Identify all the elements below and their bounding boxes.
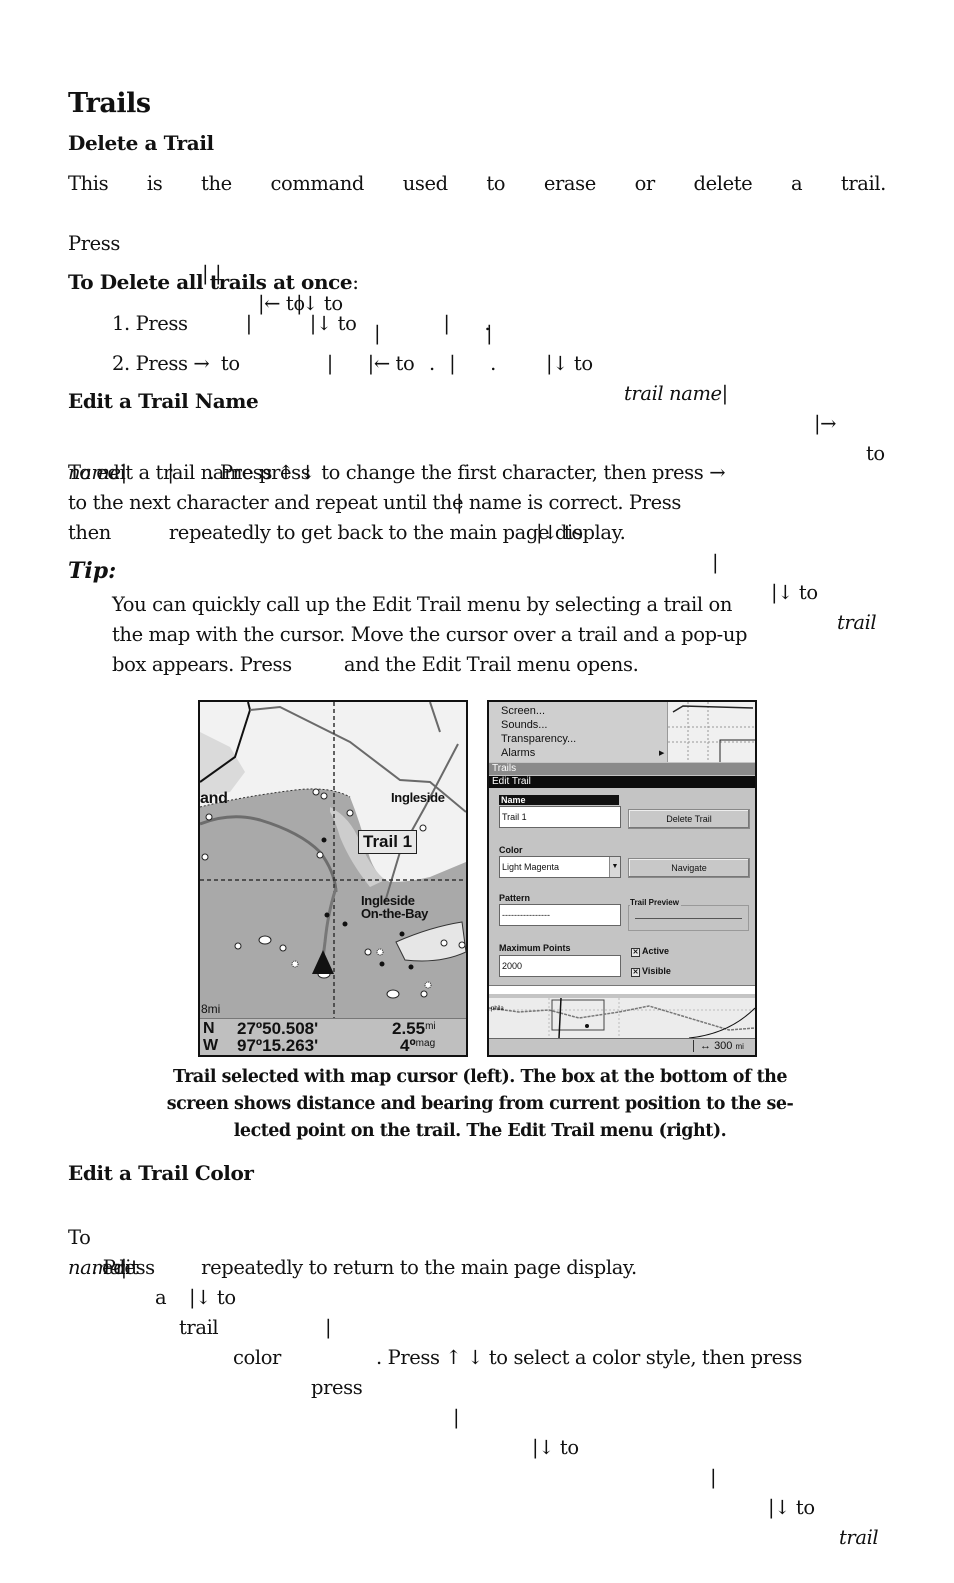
paragraph-line: You can quickly call up the Edit Trail m… xyxy=(112,593,733,616)
step-item: 1. Press | |↓ to | . xyxy=(112,312,491,335)
trail-preview xyxy=(628,905,749,931)
bearing-value: 4ºmag xyxy=(400,1036,436,1055)
name-label: Name xyxy=(499,795,619,805)
panel-separator xyxy=(489,985,755,994)
edit-color-paragraph: To edit a trail color press | |↓ to | |↓… xyxy=(68,1193,886,1549)
menu-item-transparency[interactable]: Transparency... xyxy=(501,733,576,745)
latitude-dir: N xyxy=(203,1020,215,1037)
paragraph-line: . Press repeatedly to return to the main… xyxy=(68,1256,637,1279)
active-checkbox[interactable]: ✕ Active xyxy=(631,946,669,957)
menu-item-screen[interactable]: Screen... xyxy=(501,705,545,717)
section-heading-edit-color: Edit a Trail Color xyxy=(68,1161,254,1185)
edit-trail-title-bar: Edit Trail xyxy=(489,776,755,788)
edit-trail-screenshot: Screen... Sounds... Transparency... Alar… xyxy=(487,700,757,1057)
tip-label: Tip: xyxy=(68,558,117,584)
edit-name-paragraph: To edit a trail name press | |↓ to | |↓ … xyxy=(68,428,886,634)
paragraph-line: box appears. Press and the Edit Trail me… xyxy=(112,653,639,676)
paragraph-line: Press | |↓ to | |↓ to trail name| |→ to xyxy=(68,232,885,465)
paragraph-line: to the next character and repeat until t… xyxy=(68,491,681,514)
paragraph-line: the map with the cursor. Move the cursor… xyxy=(112,623,748,646)
submenu-arrow-icon: ▶ xyxy=(659,750,665,757)
pattern-input[interactable]: ---------------- xyxy=(499,904,621,926)
figure-caption: Trail selected with map cursor (left). T… xyxy=(166,1067,794,1141)
tip-paragraph: You can quickly call up the Edit Trail m… xyxy=(112,590,886,680)
paragraph-line: This is the command used to erase or del… xyxy=(68,172,886,195)
step-item: 2. Press → to | |← to | . xyxy=(112,352,496,375)
section-heading-delete-trail: Delete a Trail xyxy=(68,131,214,155)
paragraph-line: | |← to | . xyxy=(202,262,435,375)
width-arrows-icon: ↔ xyxy=(700,1040,711,1052)
dropdown-arrow-icon[interactable]: ▼ xyxy=(609,857,620,877)
map-label-town: and xyxy=(200,790,228,807)
overview-map: phila xyxy=(489,997,755,1039)
delete-trail-paragraph: This is the command used to erase or del… xyxy=(68,169,886,465)
svg-text:phila: phila xyxy=(491,1006,504,1012)
pattern-label: Pattern xyxy=(499,893,531,903)
section-heading-delete-all: To Delete all trails at once: xyxy=(68,270,359,294)
checkbox-checked-icon: ✕ xyxy=(631,968,640,977)
main-menu-list: Screen... Sounds... Transparency... Alar… xyxy=(489,702,755,762)
position-info-bar: N 27º50.508' 2.55mi W 97º15.263' 4ºmag xyxy=(200,1018,466,1055)
mini-map xyxy=(667,702,755,762)
longitude-value: 97º15.263' xyxy=(237,1036,319,1055)
menu-item-sounds[interactable]: Sounds... xyxy=(501,719,547,731)
name-input[interactable]: Trail 1 xyxy=(499,806,621,828)
status-bar: ↔ 300 mi xyxy=(489,1038,755,1055)
navigate-button[interactable]: Navigate xyxy=(628,858,750,878)
menu-item-alarms[interactable]: Alarms xyxy=(501,747,535,759)
max-points-input[interactable]: 2000 xyxy=(499,955,621,977)
delete-all-steps: 1. Press | |↓ to | . 2. Press → to | |← … xyxy=(68,309,886,379)
section-heading-edit-name: Edit a Trail Name xyxy=(68,389,259,413)
longitude-dir: W xyxy=(203,1037,219,1054)
paragraph-line: then repeatedly to get back to the main … xyxy=(68,521,626,544)
color-select[interactable]: Light Magenta ▼ xyxy=(499,856,621,878)
map-screenshot: and Ingleside Ingleside On-the-Bay Trail… xyxy=(198,700,468,1057)
edit-trail-panel: Name Trail 1 Delete Trail Color Light Ma… xyxy=(489,789,755,985)
trail-preview-label: Trail Preview xyxy=(630,898,681,907)
checkbox-checked-icon: ✕ xyxy=(631,948,640,957)
max-points-label: Maximum Points xyxy=(499,943,571,953)
visible-checkbox[interactable]: ✕ Visible xyxy=(631,966,671,977)
map-scale-readout: ↔ 300 mi xyxy=(693,1040,752,1052)
trail-popup[interactable]: Trail 1 xyxy=(358,830,418,854)
paragraph-line: To edit a trail name press | |↓ to | |↓ … xyxy=(68,461,877,634)
map-scale: 8mi xyxy=(201,1002,221,1016)
trails-menu-bar[interactable]: Trails xyxy=(489,763,755,775)
delete-trail-button[interactable]: Delete Trail xyxy=(628,809,750,829)
paragraph-line: To edit a trail color press | |↓ to | |↓… xyxy=(68,1226,879,1549)
trail-preview-line xyxy=(635,918,742,919)
color-label: Color xyxy=(499,845,523,855)
map-label-ingleside-bay: Ingleside On-the-Bay xyxy=(361,893,429,921)
map-label-ingleside: Ingleside xyxy=(391,790,445,805)
paragraph-line: name| |↓ to | . Press ↑ ↓ to select a co… xyxy=(68,1256,802,1369)
map-canvas xyxy=(200,702,466,1018)
page-title: Trails xyxy=(68,88,151,119)
